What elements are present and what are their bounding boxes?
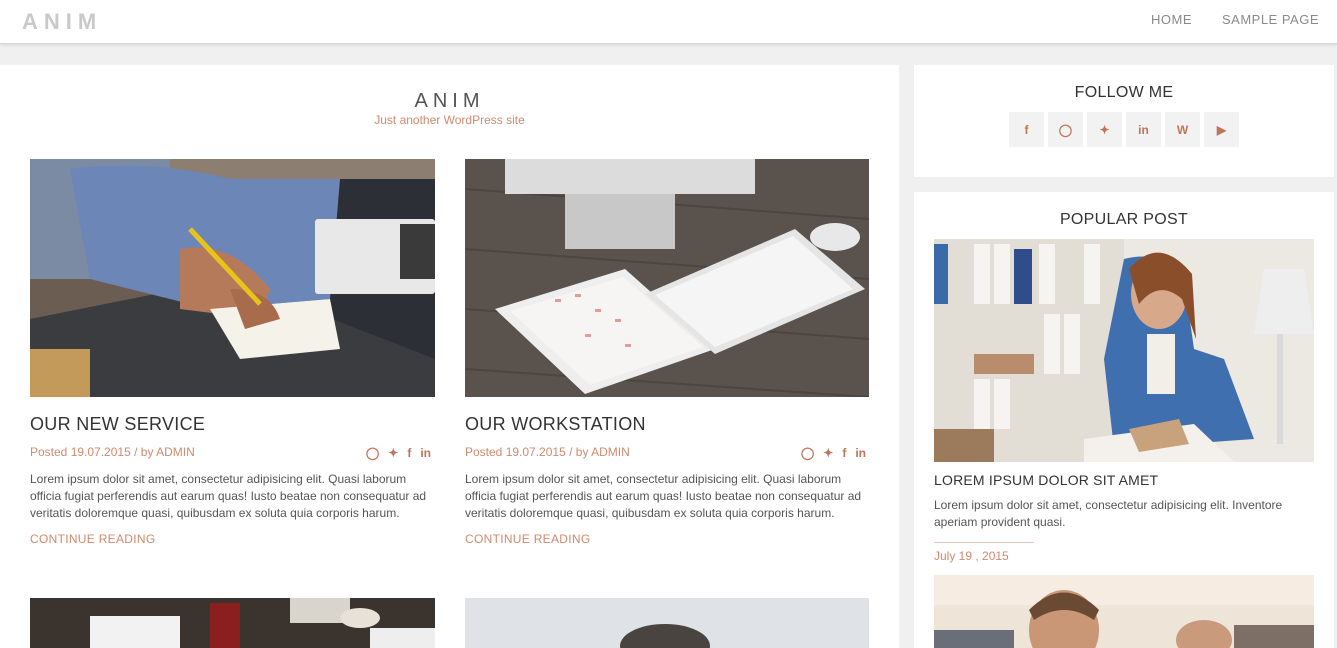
github-icon[interactable]: ◯ xyxy=(1048,112,1083,147)
popular-post-thumbnail[interactable] xyxy=(934,239,1314,462)
post-date: Posted 19.07.2015 xyxy=(30,445,131,459)
post-card: OUR NEW SERVICE Posted 19.07.2015 / by A… xyxy=(30,159,435,546)
linkedin-icon[interactable]: in xyxy=(1126,112,1161,147)
share-icons: ◯ ✦ f in xyxy=(801,445,866,461)
twitter-icon[interactable]: ✦ xyxy=(388,445,398,461)
top-navbar: ANIM HOME SAMPLE PAGE xyxy=(0,0,1337,44)
popular-post-title: POPULAR POST xyxy=(1059,211,1189,228)
divider xyxy=(934,542,1034,543)
desk-devices-photo xyxy=(465,159,870,397)
linkedin-icon[interactable]: in xyxy=(855,445,866,461)
facebook-icon[interactable]: f xyxy=(842,445,846,461)
site-title: ANIM xyxy=(414,90,485,112)
post-author-link[interactable]: ADMIN xyxy=(591,445,630,459)
post-author-link[interactable]: ADMIN xyxy=(156,445,195,459)
nav-sample-page[interactable]: SAMPLE PAGE xyxy=(1222,12,1319,27)
post-by-label: / by xyxy=(565,445,592,459)
popular-post-widget: POPULAR POST LOREM IPSUM DOLOR SIT AMET … xyxy=(914,192,1334,648)
continue-reading-link[interactable]: CONTINUE READING xyxy=(30,532,435,546)
popular-post-thumbnail[interactable] xyxy=(934,575,1314,648)
social-links: f ◯ ✦ in W ▶ xyxy=(1009,112,1239,147)
post-title[interactable]: OUR WORKSTATION xyxy=(465,414,870,435)
wordpress-icon[interactable]: W xyxy=(1165,112,1200,147)
follow-title: FOLLOW ME xyxy=(1074,84,1174,101)
facebook-icon[interactable]: f xyxy=(407,445,411,461)
twitter-icon[interactable]: ✦ xyxy=(1087,112,1122,147)
post-thumbnail[interactable] xyxy=(30,159,435,397)
post-meta: Posted 19.07.2015 / by ADMIN ◯ ✦ f in xyxy=(465,445,870,461)
nav-home[interactable]: HOME xyxy=(1151,12,1192,27)
post-by-label: / by xyxy=(130,445,157,459)
post-card: OUR WORKSTATION Posted 19.07.2015 / by A… xyxy=(465,159,870,546)
person-writing-photo xyxy=(30,159,435,397)
popular-post-date: July 19 , 2015 xyxy=(934,549,1009,563)
main-content: ANIM Just another WordPress site OUR NEW… xyxy=(0,65,899,648)
meeting-table-photo xyxy=(30,598,435,648)
follow-widget: FOLLOW ME f ◯ ✦ in W ▶ xyxy=(914,65,1334,177)
site-tagline: Just another WordPress site xyxy=(374,113,525,127)
post-thumbnail[interactable] xyxy=(465,159,870,397)
site-logo[interactable]: ANIM xyxy=(22,9,102,35)
post-excerpt: Lorem ipsum dolor sit amet, consectetur … xyxy=(30,472,427,520)
man-portrait-photo xyxy=(934,575,1314,648)
post-thumbnail[interactable] xyxy=(465,598,870,648)
post-meta: Posted 19.07.2015 / by ADMIN ◯ ✦ f in xyxy=(30,445,435,461)
main-nav: HOME SAMPLE PAGE xyxy=(1151,12,1319,27)
facebook-icon[interactable]: f xyxy=(1009,112,1044,147)
continue-reading-link[interactable]: CONTINUE READING xyxy=(465,532,870,546)
twitter-icon[interactable]: ✦ xyxy=(823,445,833,461)
portrait-photo xyxy=(465,598,869,648)
post-thumbnail[interactable] xyxy=(30,598,435,648)
github-icon[interactable]: ◯ xyxy=(801,445,814,461)
share-icons: ◯ ✦ f in xyxy=(366,445,431,461)
woman-studying-photo xyxy=(934,239,1314,462)
popular-post-heading[interactable]: LOREM IPSUM DOLOR SIT AMET xyxy=(934,472,1158,488)
post-date: Posted 19.07.2015 xyxy=(465,445,566,459)
linkedin-icon[interactable]: in xyxy=(420,445,431,461)
github-icon[interactable]: ◯ xyxy=(366,445,379,461)
youtube-icon[interactable]: ▶ xyxy=(1204,112,1239,147)
post-excerpt: Lorem ipsum dolor sit amet, consectetur … xyxy=(465,472,862,520)
popular-post-excerpt: Lorem ipsum dolor sit amet, consectetur … xyxy=(934,498,1283,529)
post-title[interactable]: OUR NEW SERVICE xyxy=(30,414,435,435)
